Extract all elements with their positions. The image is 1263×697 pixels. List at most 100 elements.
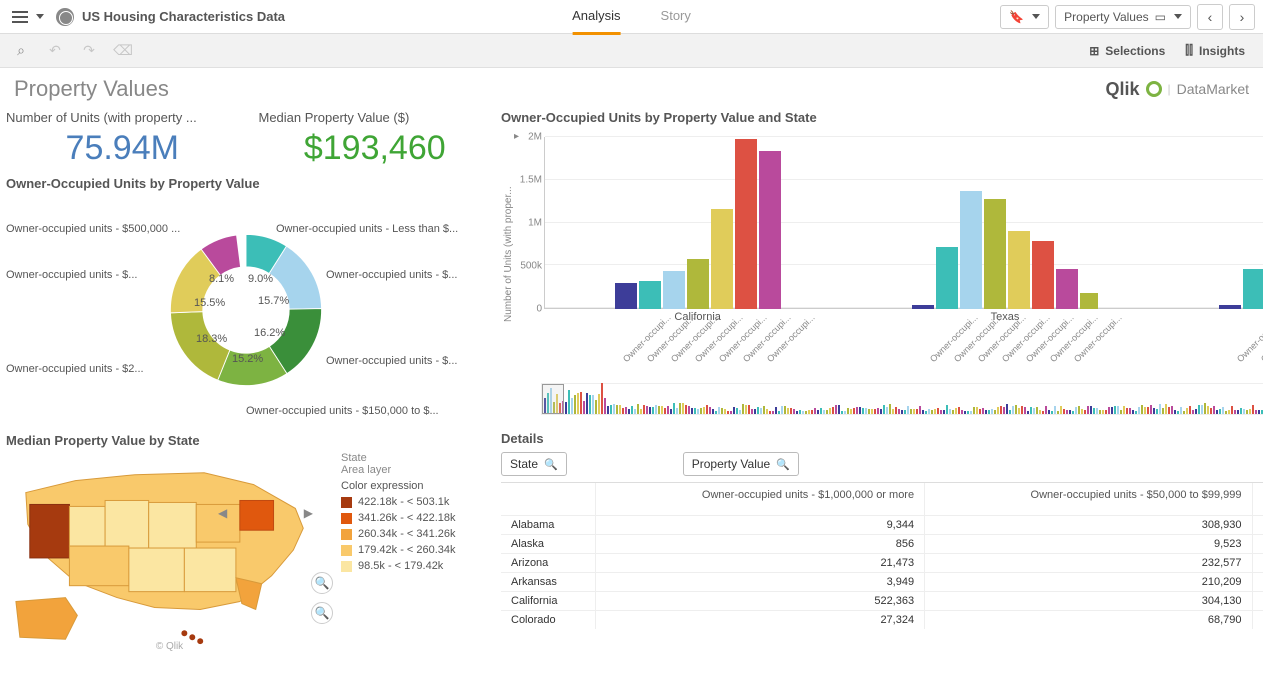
bar[interactable] xyxy=(663,271,685,309)
bar-ylabel: Number of Units (with proper... xyxy=(501,129,516,379)
map-legend-item[interactable]: 260.34k - < 341.26k xyxy=(341,528,491,540)
table-header[interactable]: Owner-occupied units - $1,000,000 or mor… xyxy=(596,483,925,516)
us-map-svg xyxy=(6,452,333,652)
details-table[interactable]: Details State🔍 Property Value🔍 Owner-occ… xyxy=(501,429,1263,652)
brand-dot-icon xyxy=(1146,81,1162,97)
next-sheet-button[interactable]: › xyxy=(1229,4,1255,30)
sheet-selector[interactable]: Property Values▭ xyxy=(1055,5,1191,29)
category-label: Owner-occupi... xyxy=(645,341,668,364)
donut-pct-label: 15.7% xyxy=(258,295,289,307)
bar[interactable] xyxy=(759,151,781,309)
bar[interactable] xyxy=(615,283,637,309)
map-pan-icon[interactable]: ◀ xyxy=(218,506,227,520)
dimension-pill-state[interactable]: State🔍 xyxy=(501,452,567,476)
bar[interactable] xyxy=(1080,293,1098,309)
bar[interactable] xyxy=(936,247,958,309)
bar[interactable] xyxy=(1008,231,1030,309)
map-chart[interactable]: Median Property Value by State xyxy=(6,429,491,652)
map-legend-item[interactable]: 422.18k - < 503.1k xyxy=(341,496,491,508)
category-label: Owner-occupi... xyxy=(1024,341,1047,364)
data-table: Owner-occupied units - $1,000,000 or mor… xyxy=(501,483,1263,629)
table-row[interactable]: Arkansas3,949210,209152,556 xyxy=(501,573,1263,592)
tab-analysis[interactable]: Analysis xyxy=(572,0,620,35)
donut-slice[interactable] xyxy=(170,312,229,380)
kpi-median[interactable]: Median Property Value ($) $193,460 xyxy=(259,106,492,168)
selections-button[interactable]: ⊞Selections xyxy=(1089,44,1165,58)
bar-overview-scrubber[interactable] xyxy=(541,383,1263,415)
bar[interactable] xyxy=(711,209,733,309)
ytick: 500k xyxy=(520,261,542,272)
insights-button[interactable]: ⫿⫿Insights xyxy=(1185,43,1245,58)
state-bar-group xyxy=(544,139,851,309)
category-label: Owner-occupi... xyxy=(1072,341,1095,364)
step-back-icon[interactable]: ↶ xyxy=(42,38,68,64)
donut-pct-label: 9.0% xyxy=(248,273,273,285)
bar[interactable] xyxy=(1243,269,1263,309)
table-row[interactable]: Arizona21,473232,577282,824 xyxy=(501,554,1263,573)
bar[interactable] xyxy=(639,281,661,309)
map-legend-item[interactable]: 98.5k - < 179.42k xyxy=(341,560,491,572)
view-tabs: Analysis Story xyxy=(572,0,691,35)
table-row[interactable]: Alaska8569,52313,984 xyxy=(501,535,1263,554)
dimension-pill-property-value[interactable]: Property Value🔍 xyxy=(683,452,799,476)
ytick: 2M xyxy=(528,132,542,143)
xlabel-group: TexasOwner-occupi...Owner-occupi...Owner… xyxy=(851,309,1158,379)
bar[interactable] xyxy=(960,191,982,309)
zoom-in-button[interactable]: 🔍 xyxy=(311,572,333,594)
table-header[interactable]: Owner-occupied units - $50,000 to $99,99… xyxy=(925,483,1252,516)
caret-down-icon xyxy=(1174,14,1182,19)
table-cell: 21,473 xyxy=(596,554,925,573)
bar[interactable] xyxy=(687,259,709,309)
bar[interactable] xyxy=(735,139,757,309)
tab-story[interactable]: Story xyxy=(661,0,691,35)
toolbar: ⌕ ↶ ↷ ⌫ ⊞Selections ⫿⫿Insights xyxy=(0,34,1263,68)
table-cell: 68,790 xyxy=(925,611,1252,630)
smart-search-icon[interactable]: ⌕ xyxy=(8,38,34,64)
bar[interactable] xyxy=(1056,269,1078,309)
expand-icon[interactable]: ▸ xyxy=(514,131,519,142)
step-forward-icon[interactable]: ↷ xyxy=(76,38,102,64)
table-cell: Alabama xyxy=(501,516,596,535)
table-cell: 856 xyxy=(596,535,925,554)
table-row[interactable]: Alabama9,344308,930243,730 xyxy=(501,516,1263,535)
ytick: 1M xyxy=(528,218,542,229)
bar[interactable] xyxy=(1032,241,1054,309)
category-label: Owner-occupi... xyxy=(765,341,788,364)
table-cell: Alaska xyxy=(501,535,596,554)
category-label: Owner-occupi... xyxy=(952,341,975,364)
bar-chart[interactable]: Owner-Occupied Units by Property Value a… xyxy=(501,106,1263,425)
kpi-units[interactable]: Number of Units (with property ... 75.94… xyxy=(6,106,239,168)
map-legend-item[interactable]: 341.26k - < 422.18k xyxy=(341,512,491,524)
menu-icon[interactable] xyxy=(8,5,32,29)
map-legend: State Area layer Color expression 422.18… xyxy=(341,452,491,652)
overview-selection[interactable] xyxy=(542,384,564,414)
zoom-out-button[interactable]: 🔍 xyxy=(311,602,333,624)
donut-chart[interactable]: Owner-Occupied Units by Property Value O… xyxy=(6,172,491,425)
table-row[interactable]: Colorado27,32468,790138,595 xyxy=(501,611,1263,630)
bar[interactable] xyxy=(984,199,1006,309)
prev-sheet-button[interactable]: ‹ xyxy=(1197,4,1223,30)
table-row[interactable]: California522,363304,130429,762 xyxy=(501,592,1263,611)
state-bar-group xyxy=(851,191,1158,309)
table-header[interactable]: Owner-occupied units - $100,000 to $149,… xyxy=(1252,483,1263,516)
category-label: Owner-occupi... xyxy=(693,341,716,364)
kpi-label: Number of Units (with property ... xyxy=(6,106,239,129)
bookmark-icon: 🔖 xyxy=(1009,10,1024,24)
map-canvas[interactable]: ◀ ▶ 🔍 🔍 © Qlik xyxy=(6,452,333,652)
search-icon: 🔍 xyxy=(544,458,558,471)
brand-logo: Qlik | DataMarket xyxy=(1106,79,1250,100)
map-pan-icon[interactable]: ▶ xyxy=(304,506,313,520)
category-label: Owner-occupi... xyxy=(1000,341,1023,364)
clear-selections-icon[interactable]: ⌫ xyxy=(110,38,136,64)
map-legend-item[interactable]: 179.42k - < 260.34k xyxy=(341,544,491,556)
menu-caret-icon[interactable] xyxy=(36,14,44,19)
category-label: Owner-occupi... xyxy=(1048,341,1071,364)
donut-svg xyxy=(156,220,336,400)
map-attribution: © Qlik xyxy=(156,641,183,652)
bookmark-button[interactable]: 🔖 xyxy=(1000,5,1049,29)
table-header[interactable] xyxy=(501,483,596,516)
table-cell: 9,344 xyxy=(596,516,925,535)
ytick: 1.5M xyxy=(520,175,542,186)
kpi-label: Median Property Value ($) xyxy=(259,106,492,129)
app-title: US Housing Characteristics Data xyxy=(82,9,285,24)
